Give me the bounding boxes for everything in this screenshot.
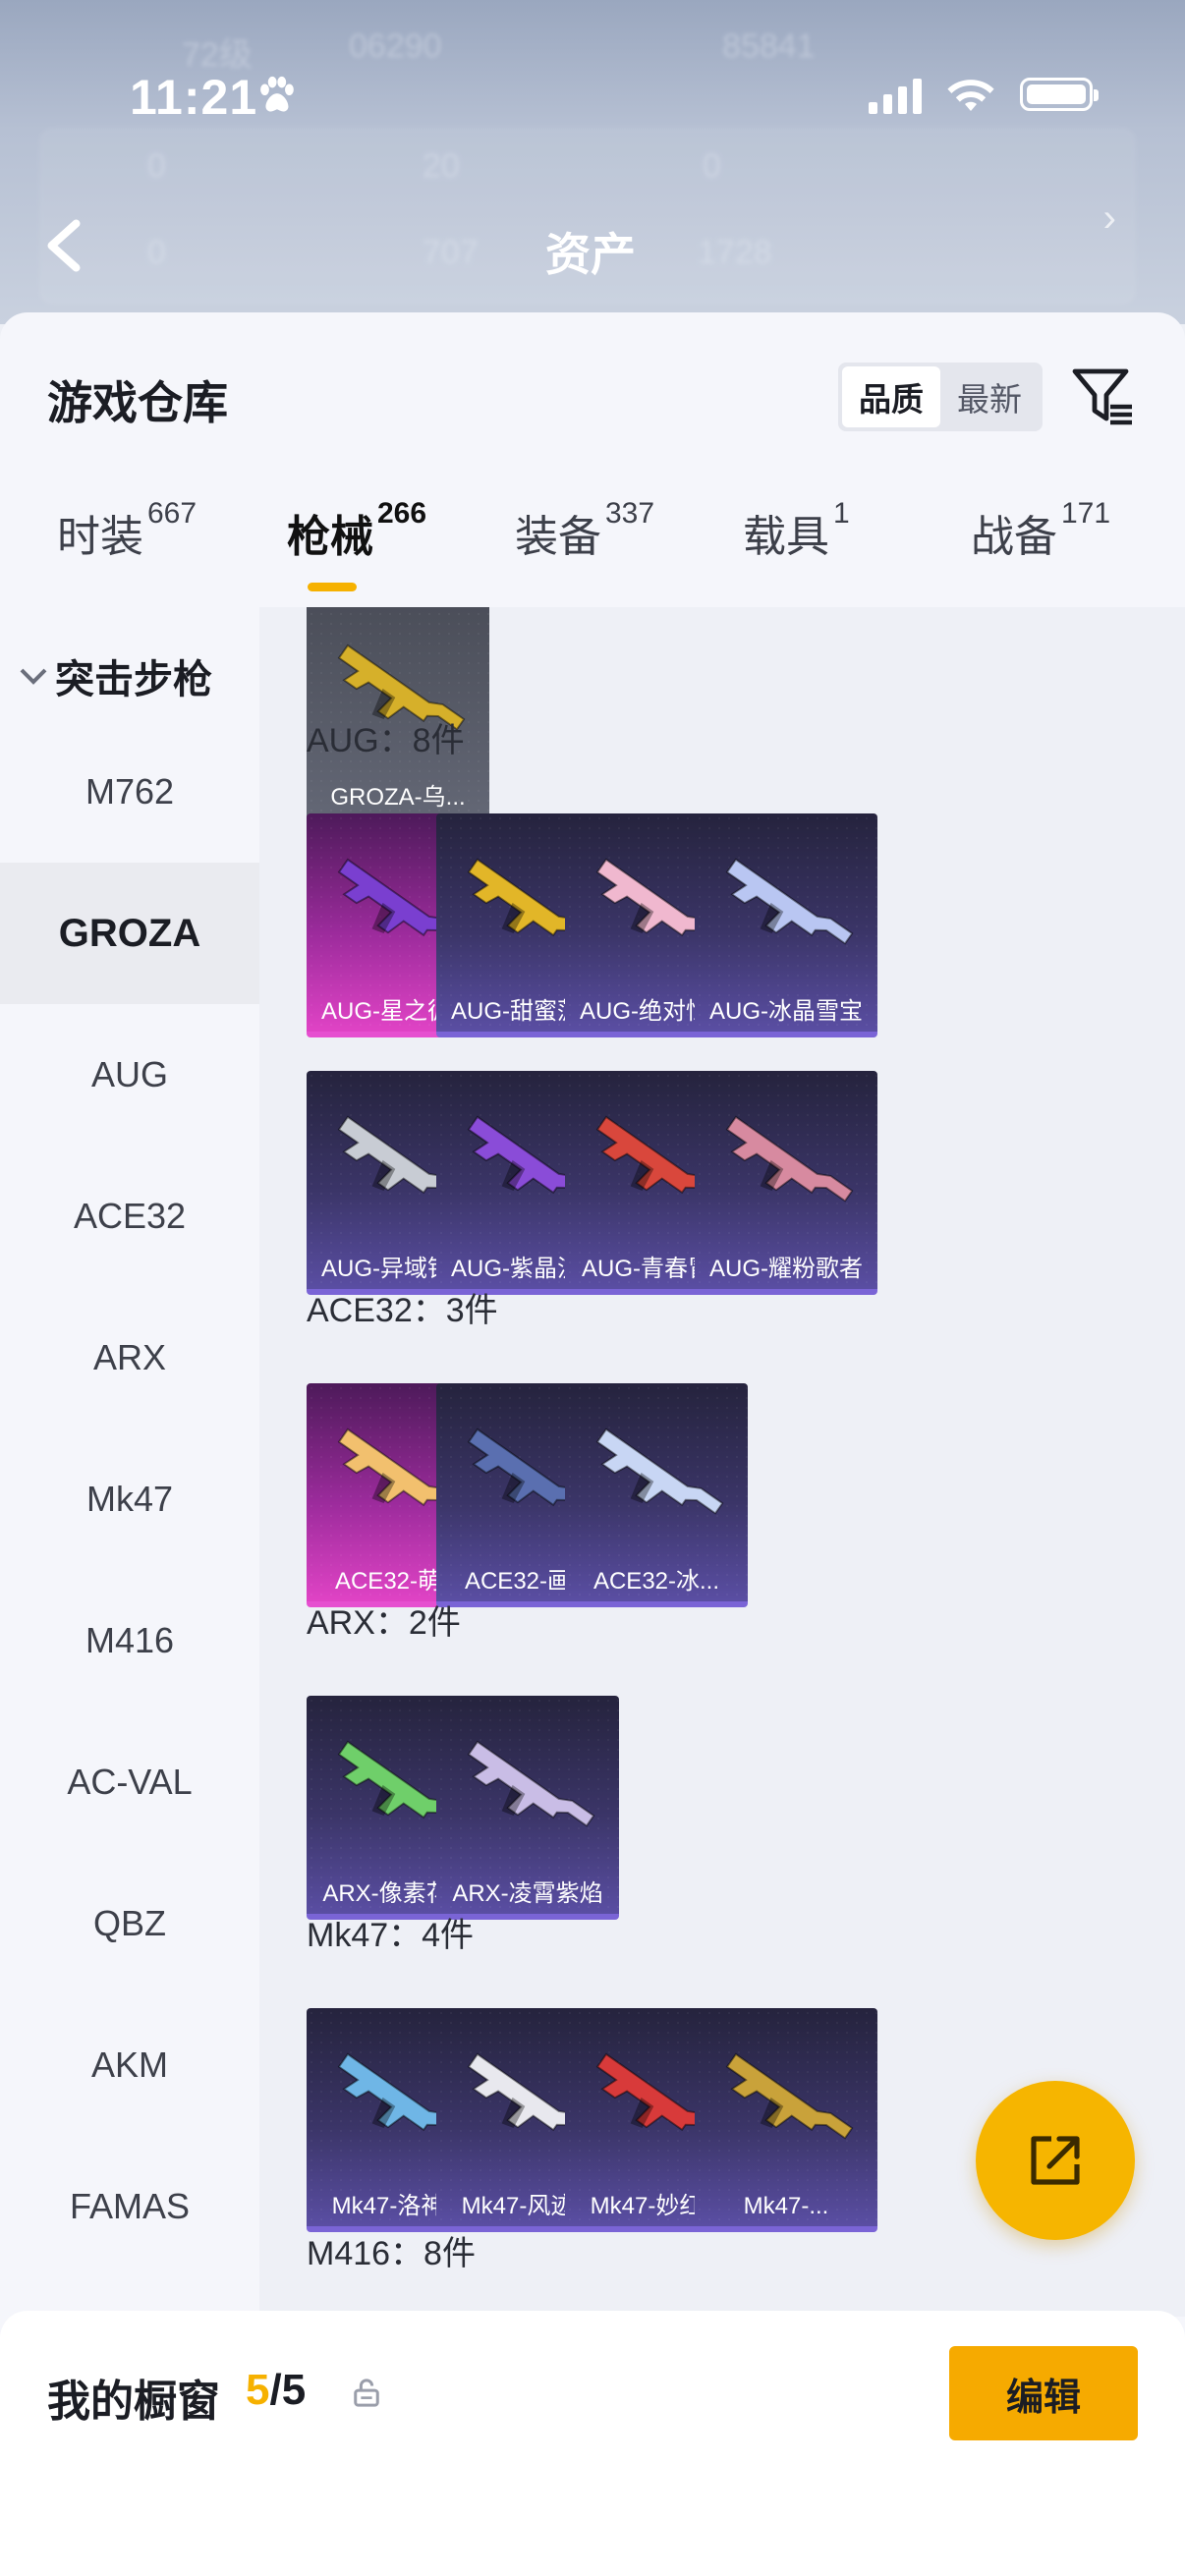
sidebar-item-ace32[interactable]: ACE32 [0, 1146, 259, 1287]
weapon-name: ACE32-冰... [592, 1568, 720, 1595]
wifi-icon [947, 80, 994, 111]
sort-toggle: 品质 最新 [838, 363, 1043, 431]
bg-stat: 06290 [349, 28, 442, 65]
tab-label: 装备 [515, 513, 601, 561]
section-label: AUG：8件 [307, 722, 465, 759]
weapon-name: AUG-耀粉歌者 [709, 1256, 863, 1282]
weapon-grid: GROZA-乌...AUG：8件6级AUG-星之彼岸AUG-甜蜜菠萝AUG-绝对… [259, 607, 1185, 2317]
showcase-count: 5/5 [246, 2366, 306, 2415]
bg-stat: 0 [147, 147, 166, 185]
weapon-card[interactable]: ACE32-冰... [565, 1383, 748, 1607]
sidebar-item-akm[interactable]: AKM [0, 1994, 259, 2136]
weapon-name: ARX-凌霄紫焰 [452, 1880, 603, 1907]
bg-stat: 0 [147, 234, 166, 271]
tab-count: 171 [1061, 497, 1111, 530]
lock-icon [354, 2379, 379, 2407]
warehouse-sheet: 游戏仓库 品质 最新 时装 667 枪械 266 装备 337 载具 1 战备 171 突… [0, 312, 1185, 2576]
page-title: 游戏仓库 [47, 377, 228, 428]
gun-icon [725, 858, 854, 945]
status-time: 11:21 [130, 70, 258, 125]
bg-stat: 85841 [722, 28, 816, 65]
bg-stat: 1728 [698, 234, 772, 271]
gun-icon [725, 2052, 854, 2140]
sidebar-item-qbz[interactable]: QBZ [0, 1853, 259, 1994]
nav-group-label: 突击步枪 [55, 658, 212, 701]
signal-icon [869, 75, 922, 114]
weapon-type-nav: 突击步枪 M762 GROZA AUG ACE32 ARX Mk47 M416 … [0, 607, 259, 2576]
sidebar-item-groza[interactable]: GROZA [0, 863, 259, 1004]
weapon-name: GROZA-乌... [330, 784, 466, 811]
share-icon [1031, 2136, 1080, 2185]
bg-stat: 20 [423, 147, 460, 185]
share-button[interactable] [976, 2081, 1135, 2240]
weapon-name: Mk47-... [743, 2193, 829, 2219]
tab-count: 1 [833, 497, 850, 530]
sidebar-item-famas[interactable]: FAMAS [0, 2136, 259, 2277]
weapon-card[interactable]: Mk47-... [695, 2008, 877, 2232]
weapon-card[interactable]: ARX-凌霄紫焰 [436, 1696, 619, 1920]
weapon-card[interactable]: AUG-耀粉歌者 [695, 1071, 877, 1295]
sort-quality-button[interactable]: 品质 [842, 366, 940, 427]
header-title: 资产 [545, 229, 636, 280]
sidebar-item-aug[interactable]: AUG [0, 1004, 259, 1146]
sidebar-item-m416[interactable]: M416 [0, 1570, 259, 1711]
chevron-right-icon: › [1102, 196, 1116, 240]
active-tab-indicator [308, 583, 357, 591]
status-icons [869, 75, 1099, 114]
tab-supplies[interactable]: 战备 171 [971, 497, 1110, 564]
edit-button[interactable]: 编辑 [949, 2346, 1138, 2440]
tab-fashion[interactable]: 时装 667 [57, 497, 197, 564]
bg-stat: 707 [423, 234, 479, 271]
chevron-down-icon [20, 668, 47, 685]
category-tabs: 时装 667 枪械 266 装备 337 载具 1 战备 171 [0, 497, 1185, 599]
tab-vehicles[interactable]: 载具 1 [743, 497, 850, 564]
filter-icon[interactable] [1071, 364, 1136, 428]
bg-stat: 0 [703, 147, 721, 185]
tab-firearms[interactable]: 枪械 266 [287, 497, 426, 564]
showcase-bar: 我的橱窗 5/5 编辑 [0, 2311, 1185, 2576]
tab-label: 枪械 [287, 513, 373, 561]
section-label: M416：8件 [307, 2235, 476, 2272]
showcase-current: 5 [246, 2366, 270, 2414]
battery-icon [1020, 78, 1099, 111]
sidebar-item-ac-val[interactable]: AC-VAL [0, 1711, 259, 1853]
sort-newest-button[interactable]: 最新 [940, 366, 1039, 427]
section-label: ACE32：3件 [307, 1292, 498, 1329]
sidebar-item-mk47[interactable]: Mk47 [0, 1428, 259, 1570]
tab-count: 266 [377, 497, 427, 530]
tab-label: 载具 [743, 513, 829, 561]
sidebar-item-arx[interactable]: ARX [0, 1287, 259, 1428]
section-label: Mk47：4件 [307, 1917, 475, 1954]
showcase-total: 5 [281, 2366, 307, 2414]
weapon-card[interactable]: AUG-冰晶雪宝 [695, 813, 877, 1037]
weapon-name: AUG-冰晶雪宝 [709, 998, 863, 1025]
tab-count: 337 [605, 497, 655, 530]
tab-label: 时装 [57, 513, 143, 561]
section-label: ARX：2件 [307, 1604, 461, 1642]
sidebar-item-m762[interactable]: M762 [0, 721, 259, 863]
back-arrow-icon[interactable] [39, 216, 88, 275]
background-header: 72级 06290 85841 0 20 0 0 707 1728 11:21 … [0, 0, 1185, 324]
paw-icon [260, 76, 294, 112]
showcase-label: 我的橱窗 [47, 2378, 220, 2426]
tab-equipment[interactable]: 装备 337 [515, 497, 654, 564]
tab-count: 667 [147, 497, 198, 530]
tab-label: 战备 [971, 513, 1057, 561]
gun-icon [725, 1115, 854, 1203]
gun-icon [595, 1428, 724, 1515]
showcase-separator: / [269, 2366, 282, 2414]
gun-icon [467, 1740, 595, 1827]
